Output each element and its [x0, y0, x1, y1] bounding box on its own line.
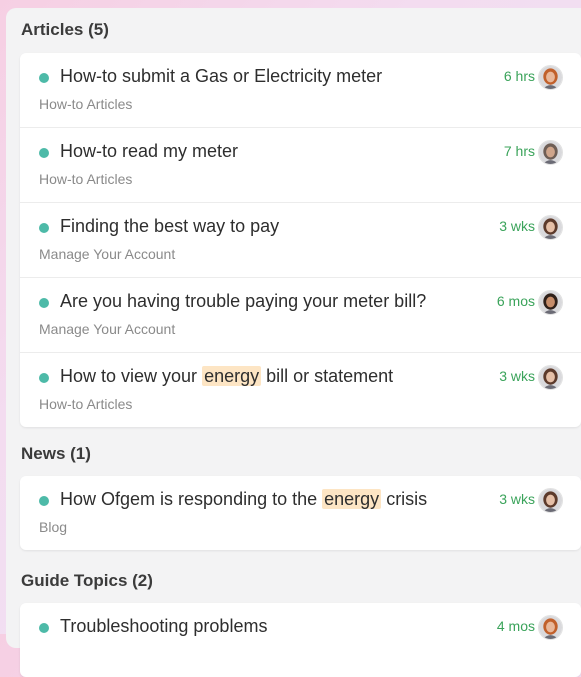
result-title-text: Are you having trouble paying your meter… [60, 291, 427, 311]
updated-time: 7 hrs [503, 143, 535, 159]
result-title-text: How to view your [60, 366, 203, 386]
result-category[interactable]: How-to Articles [39, 396, 132, 412]
search-term-highlight: energy [322, 489, 382, 509]
avatar-redhead-icon [538, 615, 563, 640]
result-title-text: crisis [381, 489, 428, 509]
avatar-redhead-icon [538, 65, 563, 90]
avatar-woman-icon [538, 365, 563, 390]
result-title-text: Finding the best way to pay [60, 216, 280, 236]
result-title[interactable]: Are you having trouble paying your meter… [60, 291, 426, 312]
updated-time: 3 wks [499, 218, 535, 234]
status-dot [39, 73, 49, 83]
result-row[interactable]: How-to submit a Gas or Electricity meter… [20, 53, 581, 128]
result-title[interactable]: How-to submit a Gas or Electricity meter [60, 66, 382, 87]
avatar-woman-icon [538, 488, 563, 513]
results-card-news: How Ofgem is responding to the energy cr… [20, 476, 581, 550]
results-card-articles: How-to submit a Gas or Electricity meter… [20, 53, 581, 427]
result-row[interactable]: Finding the best way to pay Manage Your A… [20, 203, 581, 278]
result-row[interactable]: Are you having trouble paying your meter… [20, 278, 581, 353]
result-title-text: Troubleshooting problems [60, 616, 268, 636]
result-title-text: bill or statement [261, 366, 394, 386]
status-dot [39, 496, 49, 506]
result-category[interactable]: Blog [39, 519, 67, 535]
updated-time: 4 mos [496, 618, 535, 634]
result-title-text: How Ofgem is responding to the [60, 489, 323, 509]
result-category[interactable]: Manage Your Account [39, 321, 175, 337]
status-dot [39, 373, 49, 383]
updated-time: 6 hrs [503, 68, 535, 84]
result-title-text: How-to read my meter [60, 141, 239, 161]
result-category[interactable]: How-to Articles [39, 171, 132, 187]
search-term-highlight: energy [202, 366, 262, 386]
updated-time: 3 wks [499, 491, 535, 507]
status-dot [39, 223, 49, 233]
result-title[interactable]: How-to read my meter [60, 141, 238, 162]
status-dot [39, 623, 49, 633]
result-category[interactable]: Manage Your Account [39, 246, 175, 262]
status-dot [39, 298, 49, 308]
avatar-bald-man-icon [538, 140, 563, 165]
updated-time: 6 mos [496, 293, 535, 309]
result-title[interactable]: How Ofgem is responding to the energy cr… [60, 489, 427, 510]
updated-time: 3 wks [499, 368, 535, 384]
result-category[interactable]: How-to Articles [39, 96, 132, 112]
section-heading-articles: Articles (5) [21, 20, 109, 39]
result-title-text: How-to submit a Gas or Electricity meter [60, 66, 383, 86]
result-title[interactable]: How to view your energy bill or statemen… [60, 366, 393, 387]
result-title[interactable]: Finding the best way to pay [60, 216, 279, 237]
results-card-guide-topics: Troubleshooting problems 4 mos [20, 603, 581, 677]
result-row[interactable]: How to view your energy bill or statemen… [20, 353, 581, 427]
section-heading-guide-topics: Guide Topics (2) [21, 571, 153, 590]
avatar-woman-icon [538, 215, 563, 240]
avatar-curly-hair-icon [538, 290, 563, 315]
result-row[interactable]: How Ofgem is responding to the energy cr… [20, 476, 581, 550]
section-heading-news: News (1) [21, 444, 91, 463]
status-dot [39, 148, 49, 158]
result-row[interactable]: How-to read my meter How-to Articles 7 hrs [20, 128, 581, 203]
result-row[interactable]: Troubleshooting problems 4 mos [20, 603, 581, 677]
